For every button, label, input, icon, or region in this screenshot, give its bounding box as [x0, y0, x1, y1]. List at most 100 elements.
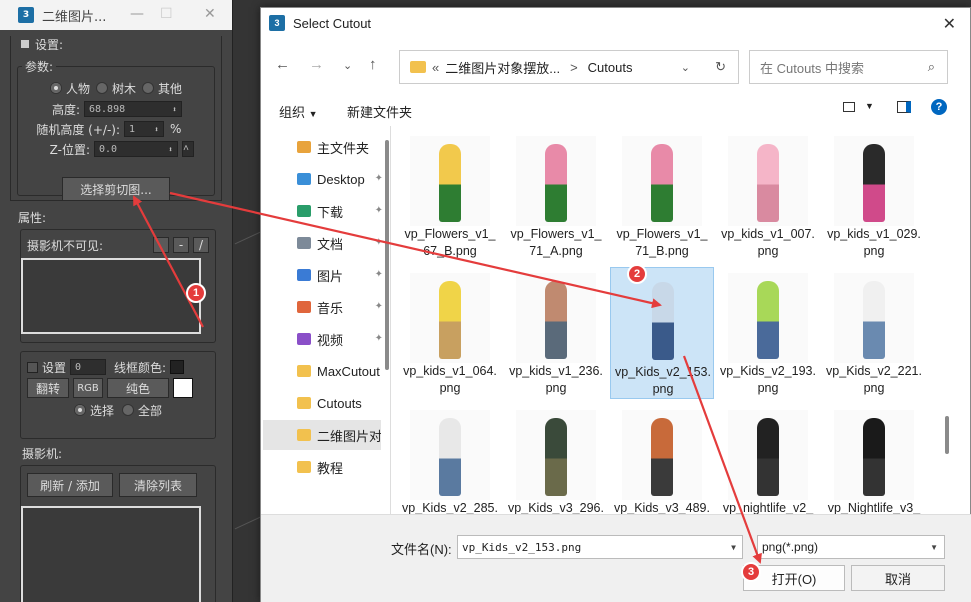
pin-icon[interactable]: ✦ [375, 205, 383, 216]
back-arrow-icon[interactable]: ← [275, 56, 290, 73]
height-label: 高度: [51, 102, 80, 117]
breadcrumb-parent[interactable]: 二维图片对象摆放... [445, 58, 560, 77]
file-name-line2: png [652, 382, 674, 396]
cancel-button[interactable]: 取消 [851, 565, 945, 591]
view-dropdown-icon[interactable]: ▼ [865, 101, 874, 111]
file-item[interactable]: vp_Kids_v3_489. [610, 404, 714, 514]
file-item[interactable]: vp_kids_v1_236. png [504, 267, 608, 399]
settings-checkbox[interactable] [27, 361, 38, 373]
file-scrollbar[interactable] [942, 126, 952, 514]
forward-arrow-icon[interactable]: → [309, 56, 324, 73]
settings-rollout-header[interactable]: 设置: [11, 36, 221, 52]
sidebar-item-8[interactable]: Cutouts [263, 388, 381, 418]
refresh-add-button[interactable]: 刷新 / 添加 [27, 473, 113, 497]
filename-dropdown-icon[interactable]: ▼ [731, 543, 736, 552]
search-input[interactable]: 在 Cutouts 中搜索 ⌕ [749, 50, 948, 84]
view-mode-icon[interactable] [843, 102, 855, 112]
file-item[interactable]: vp_Flowers_v1_ 67_B.png [398, 130, 502, 262]
remove-button[interactable]: - [173, 237, 189, 253]
file-item[interactable]: vp_Kids_v3_296. [504, 404, 608, 514]
close-icon[interactable]: ✕ [943, 14, 956, 34]
radio-person[interactable] [49, 82, 62, 94]
pin-icon[interactable]: ✦ [375, 269, 383, 280]
height-spinner[interactable]: 68.898 ⬍ [84, 101, 182, 117]
params-label: 参数: [22, 58, 57, 75]
solid-color-swatch[interactable] [173, 378, 193, 398]
search-icon: ⌕ [927, 59, 935, 74]
file-name-line1: vp_Flowers_v1_ [510, 227, 602, 241]
close-icon[interactable]: ✕ [204, 6, 216, 22]
file-scrollbar-thumb[interactable] [945, 416, 949, 454]
file-item[interactable]: vp_Kids_v2_153. png [610, 267, 714, 399]
sidebar-item-0[interactable]: 主文件夹 [263, 132, 381, 162]
file-name-line2: png [863, 244, 885, 258]
clear-list-button[interactable]: 清除列表 [119, 473, 197, 497]
file-type-select[interactable]: png(*.png) ▼ [757, 535, 945, 559]
rgb-button[interactable]: RGB [73, 378, 103, 398]
file-item[interactable]: vp_Kids_v2_221. png [822, 267, 926, 399]
organize-button[interactable]: 组织 ▼ [279, 102, 318, 121]
wire-color-swatch[interactable] [170, 360, 185, 374]
file-item[interactable]: vp_kids_v1_029. png [822, 130, 926, 262]
solid-color-button[interactable]: 纯色 [107, 378, 169, 398]
sidebar-item-2[interactable]: 下载 ✦ [263, 196, 383, 226]
pin-icon[interactable]: ✦ [375, 301, 383, 312]
address-dropdown-icon[interactable]: ⌄ [681, 61, 690, 74]
radio-select[interactable] [73, 404, 86, 416]
camera-list[interactable] [21, 506, 201, 602]
dialog-title: Select Cutout [293, 15, 372, 31]
sidebar-item-4[interactable]: 图片 ✦ [263, 260, 383, 290]
sidebar-item-6[interactable]: 视频 ✦ [263, 324, 383, 354]
file-name-line1: vp_Flowers_v1_ [404, 227, 496, 241]
refresh-icon[interactable]: ↻ [715, 59, 726, 75]
file-thumbnail [622, 410, 702, 500]
file-item[interactable]: vp_Flowers_v1_ 71_A.png [504, 130, 608, 262]
select-cutout-button[interactable]: 选择剪切图... [62, 177, 170, 201]
pin-icon[interactable]: ✦ [375, 173, 383, 184]
radio-other[interactable] [142, 82, 154, 94]
edit-button[interactable]: / [193, 237, 209, 253]
maximize-icon[interactable]: ☐ [160, 6, 173, 22]
settings-spinner[interactable]: 0 [70, 359, 107, 375]
sidebar-item-10[interactable]: 教程 [263, 452, 381, 482]
file-item[interactable]: vp_Nightlife_v3_ [822, 404, 926, 514]
sidebar-item-5[interactable]: 音乐 ✦ [263, 292, 383, 322]
sidebar-item-3[interactable]: 文档 ✦ [263, 228, 383, 258]
file-item[interactable]: vp_Kids_v2_285. [398, 404, 502, 514]
up-arrow-icon[interactable]: ↑ [369, 56, 377, 73]
flip-button[interactable]: 翻转 [27, 378, 69, 398]
z-up-button[interactable]: ˄ [182, 141, 194, 157]
radio-tree[interactable] [95, 82, 108, 94]
file-item[interactable]: vp_nightlife_v2_ [716, 404, 820, 514]
camera-invisible-list[interactable] [21, 258, 201, 334]
minimize-icon[interactable]: — [130, 6, 144, 22]
file-type-dropdown-icon[interactable]: ▼ [930, 543, 938, 552]
file-item[interactable]: vp_kids_v1_007. png [716, 130, 820, 262]
pin-icon[interactable]: ✦ [375, 333, 383, 344]
sidebar-item-9[interactable]: 二维图片对象 [263, 420, 381, 450]
random-height-spinner[interactable]: 1 ⬍ [124, 121, 164, 137]
add-icon[interactable] [153, 237, 169, 253]
filename-input[interactable]: vp_Kids_v2_153.png ▼ [457, 535, 743, 559]
sidebar-item-7[interactable]: MaxCutout [263, 356, 381, 386]
recent-dropdown-icon[interactable]: ⌄ [343, 59, 352, 72]
file-name-line1: vp_kids_v1_007. [721, 227, 815, 241]
preview-pane-icon[interactable] [897, 101, 911, 113]
pin-icon[interactable]: ✦ [375, 237, 383, 248]
breadcrumb-current[interactable]: Cutouts [588, 60, 633, 75]
random-height-value: 1 [129, 123, 136, 135]
sidebar-item-1[interactable]: Desktop ✦ [263, 164, 383, 194]
nav-scrollbar[interactable] [385, 140, 389, 370]
file-item[interactable]: vp_kids_v1_064. png [398, 267, 502, 399]
address-bar[interactable]: « 二维图片对象摆放... > Cutouts ⌄ ↻ [399, 50, 739, 84]
settings-check-row: 设置 0 线框颜色: [27, 358, 209, 376]
z-position-spinner[interactable]: 0.0 ⬍ [94, 141, 178, 157]
new-folder-button[interactable]: 新建文件夹 [347, 102, 412, 121]
file-item[interactable]: vp_Flowers_v1_ 71_B.png [610, 130, 714, 262]
breadcrumb-overflow[interactable]: « [432, 60, 439, 75]
radio-all[interactable] [122, 404, 134, 416]
help-icon[interactable]: ? [931, 99, 947, 115]
thumbnail-figure [545, 281, 567, 359]
file-item[interactable]: vp_Kids_v2_193. png [716, 267, 820, 399]
height-value: 68.898 [89, 103, 126, 115]
